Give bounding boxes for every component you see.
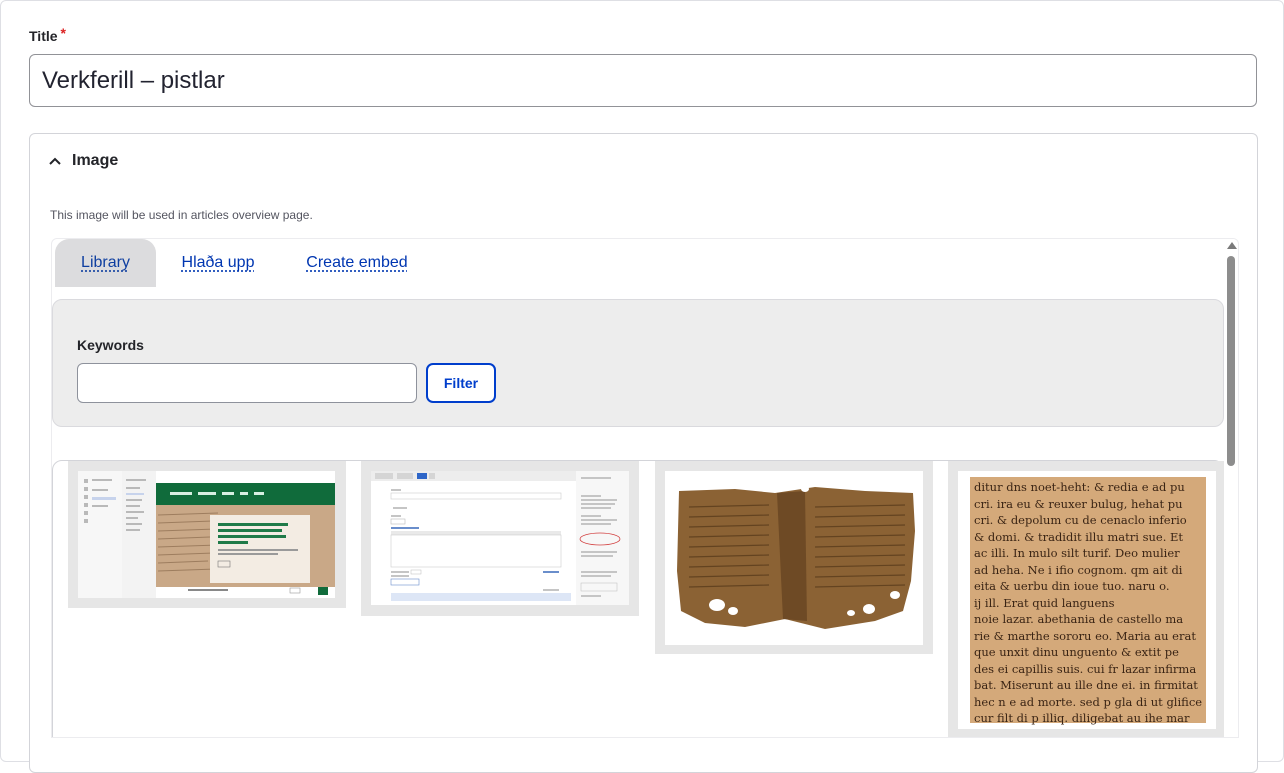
manuscript-line: noie lazar. abethania de castello ma: [974, 612, 1184, 626]
manuscript-line: rie & marthe sororu eo. Maria au erat: [974, 628, 1196, 643]
media-thumbnail: [665, 471, 923, 645]
title-label: Title *: [29, 25, 66, 44]
cms-editor-screenshot-image: [371, 471, 629, 605]
manuscript-line: ditur dns noet-heht: & redia e ad pu: [974, 480, 1185, 494]
manuscript-line: cri. ira eu & reuxer bulug, hehat pu: [974, 496, 1183, 511]
media-thumbnail: ditur dns noet-heht: & redia e ad pu cri.…: [958, 471, 1216, 729]
media-grid: ditur dns noet-heht: & redia e ad pu cri.…: [52, 460, 1225, 737]
media-item[interactable]: [361, 461, 639, 616]
media-item[interactable]: ditur dns noet-heht: & redia e ad pu cri.…: [948, 461, 1225, 737]
manuscript-line: & domi. & tradidit illu matri sue. Et: [974, 529, 1184, 544]
manuscript-line: hec n e ad morte. sed p gla di ut glific…: [974, 694, 1203, 709]
website-screenshot-image: [78, 471, 335, 598]
tab-upload[interactable]: Hlaða upp: [170, 239, 266, 287]
keywords-input[interactable]: [77, 363, 417, 403]
media-thumbnail: [371, 471, 629, 605]
image-summary-label: Image: [72, 152, 119, 169]
manuscript-line: eita & uerbu din ioue tuo. naru o.: [974, 579, 1170, 593]
scrollbar-thumb[interactable]: [1227, 256, 1235, 466]
image-details: Image This image will be used in article…: [29, 133, 1258, 773]
manuscript-line: des ei capillis suis. cui fr lazar infir…: [974, 661, 1197, 676]
manuscript-text: ditur dns noet-heht: & redia e ad pu cri.…: [974, 479, 1204, 727]
media-item[interactable]: [655, 461, 933, 654]
image-description: This image will be used in articles over…: [50, 208, 313, 222]
manuscript-line: cur filt di p illiq. diligebat au ihe ma…: [974, 711, 1190, 725]
keywords-label: Keywords: [77, 337, 144, 353]
tab-library[interactable]: Library: [55, 239, 156, 287]
manuscript-line: bat. Miserunt au ille dne ei. in firmita…: [974, 678, 1198, 692]
media-edit-form: Title* Image This image will be used in …: [0, 0, 1284, 773]
scroll-up-arrow-icon[interactable]: [1227, 242, 1237, 249]
filter-button[interactable]: Filter: [426, 363, 496, 403]
manuscript-line: ij ill. Erat quid languens: [974, 595, 1115, 610]
title-input[interactable]: [29, 54, 1257, 107]
manuscript-line: que unxit dinu unguento & extit pe: [974, 645, 1179, 659]
chevron-up-icon: [48, 154, 62, 168]
tab-create-embed[interactable]: Create embed: [292, 239, 422, 287]
image-summary-toggle[interactable]: Image: [48, 152, 118, 170]
manuscript-line: cri. & depolum cu de cenaclo inferio: [974, 513, 1187, 527]
media-item[interactable]: [68, 461, 346, 608]
required-mark: *: [60, 25, 66, 41]
media-library-browser: Library Hlaða upp Create embed Keywords …: [51, 238, 1239, 738]
filter-panel: Keywords Filter: [52, 299, 1224, 427]
media-thumbnail: [78, 471, 335, 598]
manuscript-fragment-image: [665, 471, 923, 645]
manuscript-line: ad heha. Ne i ifio cognom. qm ait di: [974, 562, 1183, 577]
manuscript-line: ac illi. In mulo silt turif. Deo mulier: [974, 546, 1180, 560]
